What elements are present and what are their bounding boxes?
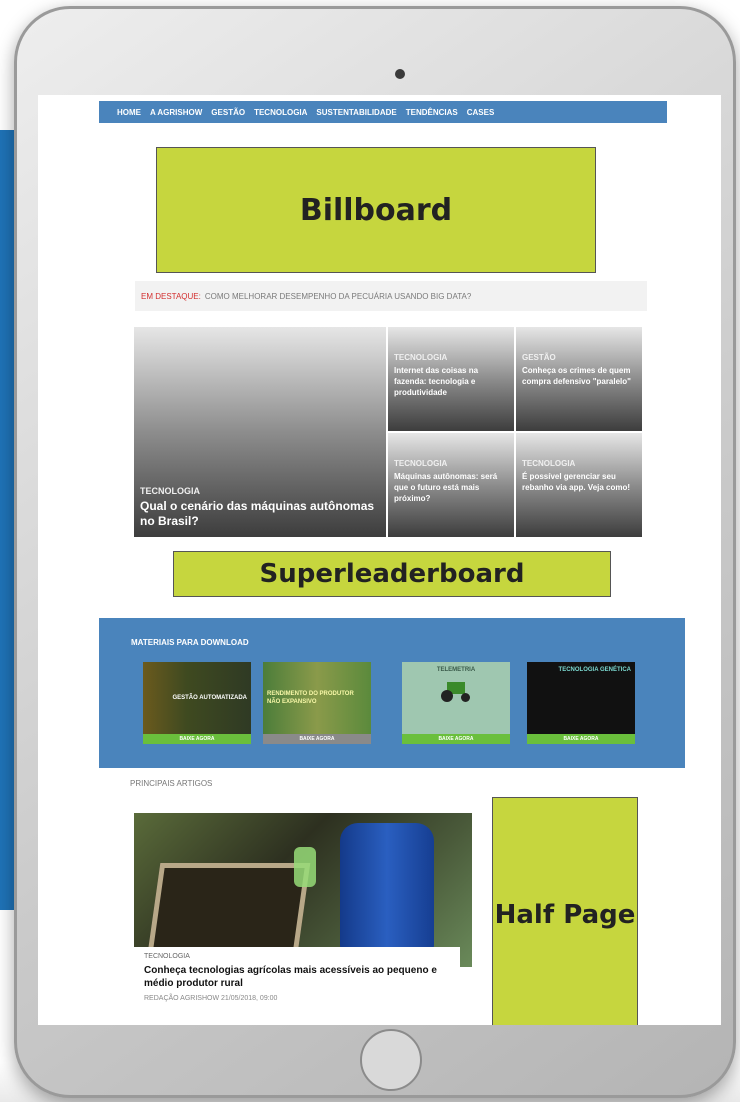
highlight-link[interactable]: COMO MELHORAR DESEMPENHO DA PECUÁRIA USA… <box>205 292 471 301</box>
download-cover-image: TECNOLOGIA GENÉTICA <box>527 662 635 734</box>
nav-agrishow[interactable]: A AGRISHOW <box>150 108 202 117</box>
bottle <box>294 847 316 887</box>
card-title[interactable]: É possível gerenciar seu rebanho via app… <box>522 471 636 493</box>
nav-sustentabilidade[interactable]: SUSTENTABILIDADE <box>316 108 396 117</box>
nav-tecnologia[interactable]: TECNOLOGIA <box>254 108 307 117</box>
card-category: TECNOLOGIA <box>140 486 200 496</box>
article-title[interactable]: Conheça tecnologias agrícolas mais acess… <box>144 964 450 990</box>
nav-home[interactable]: HOME <box>117 108 141 117</box>
downloads-section: MATERIAIS PARA DOWNLOAD GESTÃO AUTOMATIZ… <box>99 618 685 768</box>
nav-cases[interactable]: CASES <box>467 108 495 117</box>
download-button[interactable]: BAIXE AGORA <box>402 734 510 744</box>
highlight-label: EM DESTAQUE: <box>141 291 201 301</box>
download-button[interactable]: BAIXE AGORA <box>143 734 251 744</box>
billboard-ad[interactable]: Billboard <box>156 147 596 273</box>
cover-text: TECNOLOGIA GENÉTICA <box>558 667 631 673</box>
article-body: TECNOLOGIA Conheça tecnologias agrícolas… <box>134 947 460 1008</box>
featured-main-card[interactable]: TECNOLOGIA Qual o cenário das máquinas a… <box>134 327 386 537</box>
article-meta: REDAÇÃO AGRISHOW 21/05/2018, 09:00 <box>144 995 278 1002</box>
article-category: TECNOLOGIA <box>144 953 190 960</box>
stage: HOME A AGRISHOW GESTÃO TECNOLOGIA SUSTEN… <box>0 0 740 1102</box>
card-category: TECNOLOGIA <box>394 459 448 468</box>
download-cover-image: GESTÃO AUTOMATIZADA <box>143 662 251 734</box>
featured-card[interactable]: GESTÃO Conheça os crimes de quem compra … <box>516 327 642 431</box>
highlight-bar[interactable]: EM DESTAQUE: COMO MELHORAR DESEMPENHO DA… <box>135 281 647 311</box>
tractor-icon <box>439 680 473 702</box>
download-button[interactable]: BAIXE AGORA <box>263 734 371 744</box>
downloads-title: MATERIAIS PARA DOWNLOAD <box>131 638 249 647</box>
planting-bed <box>147 863 311 953</box>
main-nav: HOME A AGRISHOW GESTÃO TECNOLOGIA SUSTEN… <box>99 101 667 123</box>
tablet-frame: HOME A AGRISHOW GESTÃO TECNOLOGIA SUSTEN… <box>14 6 736 1098</box>
card-category: TECNOLOGIA <box>522 459 576 468</box>
download-cover-image: RENDIMENTO DO PRODUTOR NÃO EXPANSIVO <box>263 662 371 734</box>
download-card[interactable]: TECNOLOGIA GENÉTICA BAIXE AGORA <box>527 662 635 744</box>
nav-tendencias[interactable]: TENDÊNCIAS <box>406 108 458 117</box>
articles-section-title: PRINCIPAIS ARTIGOS <box>130 779 213 788</box>
blue-barrel <box>340 823 434 963</box>
featured-grid: TECNOLOGIA Qual o cenário das máquinas a… <box>134 327 648 537</box>
featured-card[interactable]: TECNOLOGIA Máquinas autônomas: será que … <box>388 433 514 537</box>
card-title[interactable]: Qual o cenário das máquinas autônomas no… <box>140 499 380 529</box>
download-card[interactable]: TELEMETRIA BAIXE AGORA <box>402 662 510 744</box>
download-button[interactable]: BAIXE AGORA <box>527 734 635 744</box>
website: HOME A AGRISHOW GESTÃO TECNOLOGIA SUSTEN… <box>38 95 721 1025</box>
tablet-screen: HOME A AGRISHOW GESTÃO TECNOLOGIA SUSTEN… <box>38 95 721 1025</box>
article-image <box>134 813 472 967</box>
home-button[interactable] <box>360 1029 422 1091</box>
cover-text: GESTÃO AUTOMATIZADA <box>172 695 247 701</box>
card-title[interactable]: Internet das coisas na fazenda: tecnolog… <box>394 365 508 398</box>
cover-text: TELEMETRIA <box>436 667 476 673</box>
card-category: TECNOLOGIA <box>394 353 448 362</box>
camera-icon <box>395 69 405 79</box>
card-title[interactable]: Máquinas autônomas: será que o futuro es… <box>394 471 508 504</box>
featured-card[interactable]: TECNOLOGIA É possível gerenciar seu reba… <box>516 433 642 537</box>
main-article-card[interactable]: TECNOLOGIA Conheça tecnologias agrícolas… <box>134 813 472 1025</box>
download-card[interactable]: GESTÃO AUTOMATIZADA BAIXE AGORA <box>143 662 251 744</box>
superleaderboard-ad[interactable]: Superleaderboard <box>173 551 611 597</box>
card-title[interactable]: Conheça os crimes de quem compra defensi… <box>522 365 636 387</box>
nav-gestao[interactable]: GESTÃO <box>211 108 245 117</box>
download-cover-image: TELEMETRIA <box>402 662 510 734</box>
download-card[interactable]: RENDIMENTO DO PRODUTOR NÃO EXPANSIVO BAI… <box>263 662 371 744</box>
cover-text: RENDIMENTO DO PRODUTOR NÃO EXPANSIVO <box>267 691 354 705</box>
half-page-ad[interactable]: Half Page <box>492 797 638 1025</box>
card-category: GESTÃO <box>522 353 556 362</box>
featured-card[interactable]: TECNOLOGIA Internet das coisas na fazend… <box>388 327 514 431</box>
